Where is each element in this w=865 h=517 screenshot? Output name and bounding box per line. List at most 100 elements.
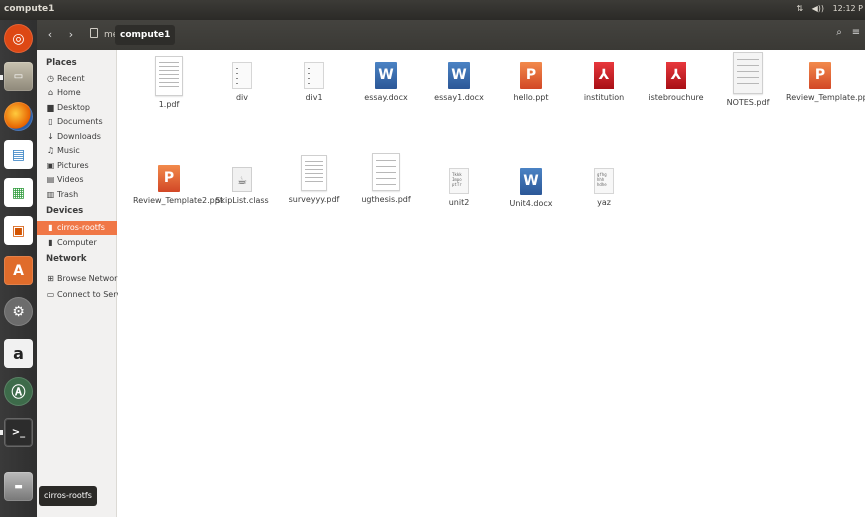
text-file-icon	[304, 62, 324, 89]
sidebar-item-label: Pictures	[57, 161, 89, 170]
sidebar-item-home[interactable]: ⌂ Home	[37, 86, 117, 100]
java-class-icon: ☕	[232, 167, 252, 192]
network-transfer-icon[interactable]: ⇅	[796, 4, 803, 13]
word-document-icon: W	[448, 62, 470, 89]
software-center-icon: A	[13, 262, 24, 279]
file-label: div	[235, 93, 249, 102]
forward-button[interactable]: ›	[64, 27, 78, 43]
file-item[interactable]: Tkkk Impo ptTr unit2	[423, 168, 495, 208]
sidebar-item-label: Browse Network	[57, 274, 123, 283]
sidebar-item-computer[interactable]: ▮ Computer	[37, 236, 117, 250]
sidebar-item-label: Trash	[57, 190, 79, 199]
launcher: ◎ ▭ ▤ ▦ ▣ A ⚙ a Ⓐ >_ ▬	[0, 20, 37, 517]
breadcrumb-current[interactable]: compute1	[115, 25, 176, 45]
file-label: istebrouchure	[648, 93, 704, 102]
network-icon: ⊞	[47, 274, 54, 283]
file-label: unit2	[448, 198, 470, 207]
launcher-dash-home[interactable]: ◎	[4, 24, 33, 53]
file-cabinet-icon: ▭	[13, 71, 24, 82]
sidebar-item-label: Downloads	[57, 132, 101, 141]
sidebar-item-documents[interactable]: ▯ Documents	[37, 115, 117, 129]
launcher-impress[interactable]: ▣	[4, 216, 33, 245]
music-icon: ♫	[46, 146, 55, 155]
launcher-calc[interactable]: ▦	[4, 178, 33, 207]
sidebar: Places ◷ Recent ⌂ Home ▆ Desktop ▯ Documents…	[37, 50, 130, 517]
word-document-icon: W	[375, 62, 397, 89]
places-header: Places	[46, 58, 77, 68]
launcher-cirros-rootfs[interactable]: ▬	[4, 472, 33, 501]
pdf-thumbnail-icon	[301, 155, 327, 191]
sidebar-item-cirros-rootfs[interactable]: ▮ cirros-rootfs	[37, 221, 117, 235]
sidebar-item-desktop[interactable]: ▆ Desktop	[37, 101, 117, 115]
launcher-running-pip	[0, 430, 3, 435]
file-item[interactable]: 1.pdf	[133, 56, 205, 110]
file-item[interactable]: ⅄ institution	[568, 62, 640, 103]
launcher-terminal[interactable]: >_	[4, 418, 33, 447]
pdf-icon: ⅄	[594, 62, 614, 89]
launcher-firefox[interactable]	[4, 102, 33, 131]
file-grid: 1.pdf div div1 W essay.docx W essay1.doc…	[118, 50, 865, 517]
file-item[interactable]: P hello.ppt	[495, 62, 567, 103]
file-label: essay1.docx	[434, 93, 484, 102]
file-item[interactable]: div1	[278, 62, 350, 103]
pdf-thumbnail-icon	[733, 52, 763, 94]
search-icon[interactable]: ⌕	[832, 27, 846, 38]
file-label: essay.docx	[364, 93, 408, 102]
sidebar-item-trash[interactable]: ▥ Trash	[37, 188, 117, 202]
sidebar-item-label: Desktop	[57, 103, 90, 112]
launcher-system-settings[interactable]: ⚙	[4, 297, 33, 326]
launcher-writer[interactable]: ▤	[4, 140, 33, 169]
file-label: Review_Template2.ppt	[133, 196, 223, 205]
toolbar: ‹ › media compute1 ⌕ ≡	[37, 20, 865, 50]
pdf-icon: ⅄	[666, 62, 686, 89]
launcher-software-center[interactable]: A	[4, 256, 33, 285]
back-button[interactable]: ‹	[43, 27, 57, 43]
file-label: Review_Template.ppt	[786, 93, 865, 102]
impress-icon: ▣	[11, 222, 26, 239]
sidebar-item-label: Music	[57, 146, 80, 155]
download-icon: ↓	[47, 132, 54, 141]
file-item[interactable]: NOTES.pdf	[712, 52, 784, 108]
sidebar-item-downloads[interactable]: ↓ Downloads	[37, 130, 117, 144]
sidebar-item-connect-to-server[interactable]: ▭ Connect to Server	[37, 288, 130, 302]
file-item[interactable]: W essay1.docx	[423, 62, 495, 103]
launcher-files[interactable]: ▭	[4, 62, 33, 91]
file-label: div1	[305, 93, 323, 102]
clock[interactable]: 12:12 P	[833, 4, 863, 13]
sidebar-item-label: Videos	[57, 175, 84, 184]
file-label: institution	[583, 93, 625, 102]
document-icon: ▯	[48, 117, 53, 126]
sidebar-item-browse-network[interactable]: ⊞ Browse Network	[37, 272, 122, 286]
file-item[interactable]: surveyyy.pdf	[278, 155, 350, 205]
file-item[interactable]: P Review_Template2.ppt	[133, 165, 223, 206]
sidebar-item-videos[interactable]: ▤ Videos	[37, 173, 117, 187]
file-item[interactable]: W essay.docx	[350, 62, 422, 103]
file-item[interactable]: ⅄ istebrouchure	[640, 62, 712, 103]
file-item[interactable]: P Review_Template.ppt	[784, 62, 865, 103]
sidebar-item-recent[interactable]: ◷ Recent	[37, 72, 117, 86]
file-item[interactable]: W Unit4.docx	[495, 168, 567, 209]
indicator-area: ⇅ ◀)) 12:12 P	[790, 4, 863, 13]
file-item[interactable]: ugthesis.pdf	[350, 153, 422, 205]
launcher-running-pip	[0, 75, 3, 80]
sidebar-item-music[interactable]: ♫ Music	[37, 144, 117, 158]
sidebar-item-pictures[interactable]: ▣ Pictures	[37, 159, 117, 173]
file-label: Unit4.docx	[509, 199, 553, 208]
launcher-updater[interactable]: Ⓐ	[4, 377, 33, 406]
sidebar-item-label: Computer	[57, 238, 97, 247]
launcher-amazon[interactable]: a	[4, 339, 33, 368]
file-label: hello.ppt	[513, 93, 549, 102]
clock-icon: ◷	[47, 74, 54, 83]
sidebar-item-label: cirros-rootfs	[57, 223, 105, 232]
volume-icon[interactable]: ◀))	[812, 4, 824, 13]
terminal-icon: >_	[11, 427, 26, 438]
drive-icon: ▮	[48, 223, 53, 232]
sidebar-item-label: Recent	[57, 74, 85, 83]
hamburger-menu-icon[interactable]: ≡	[849, 27, 863, 38]
drive-icon	[90, 28, 98, 38]
file-item[interactable]: ☕ SkipList.class	[206, 167, 278, 206]
file-label: yaz	[597, 198, 611, 207]
amazon-icon: a	[13, 344, 24, 363]
file-item[interactable]: div	[206, 62, 278, 103]
file-item[interactable]: gfhg hhh hdhe yaz	[568, 168, 640, 208]
